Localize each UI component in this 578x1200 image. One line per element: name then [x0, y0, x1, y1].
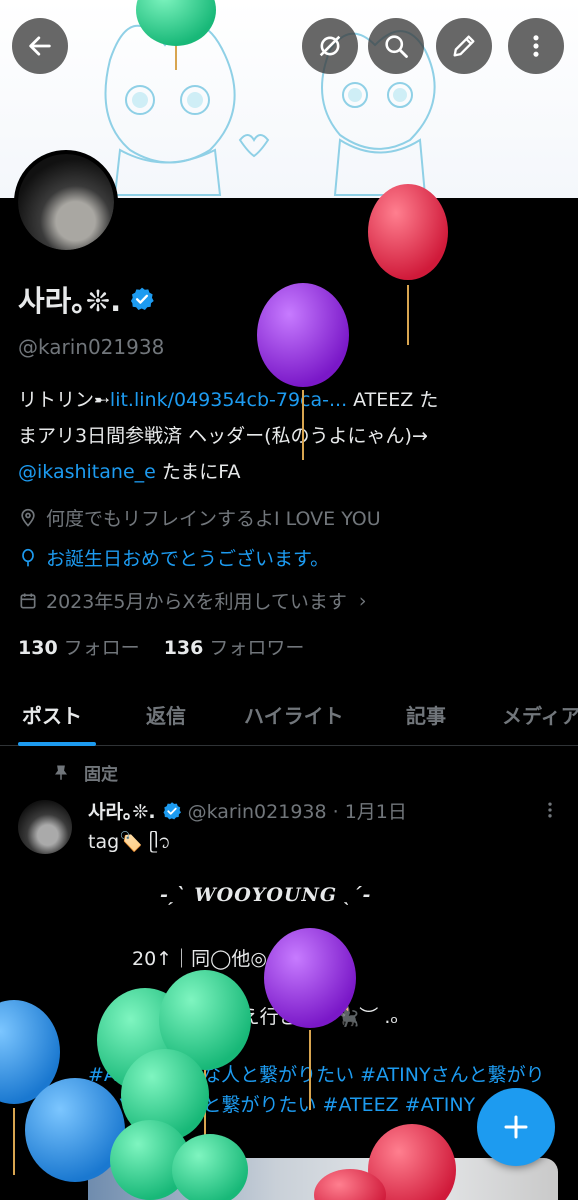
balloon-green-cluster [97, 970, 251, 1200]
balloon-green-top [136, 0, 216, 70]
balloon-purple-2 [264, 928, 356, 1110]
balloon-red-bottom [314, 1124, 456, 1200]
balloon-blue-2 [25, 1078, 125, 1182]
plus-icon [504, 1115, 528, 1139]
birthday-balloons-overlay [0, 0, 456, 1200]
compose-post-button[interactable] [477, 1088, 555, 1166]
balloon-purple-1 [257, 283, 349, 460]
balloon-red [368, 184, 448, 345]
